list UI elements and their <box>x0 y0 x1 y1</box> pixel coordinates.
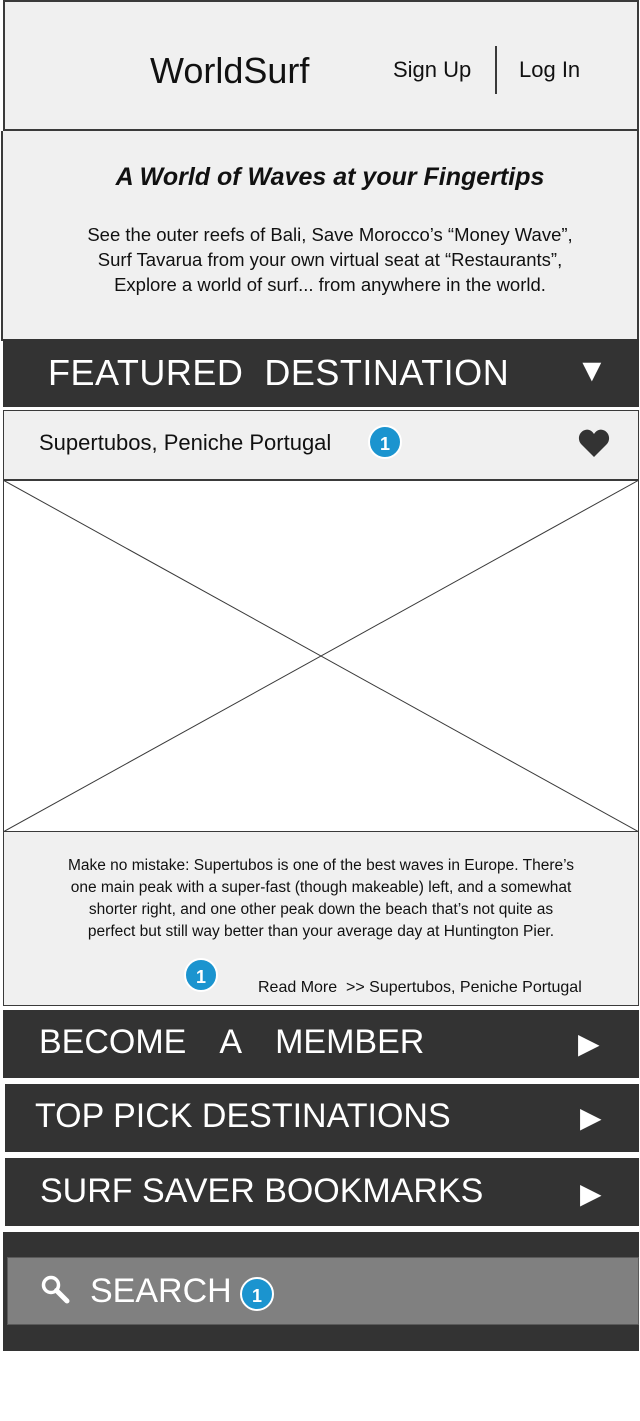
log-in-link[interactable]: Log In <box>519 57 580 83</box>
description-line: Make no mistake: Supertubos is one of th… <box>67 857 575 874</box>
description-line: one main peak with a super-fast (though … <box>70 879 572 896</box>
sign-up-link[interactable]: Sign Up <box>393 57 471 83</box>
surf-saver-bookmarks-label: SURF SAVER BOOKMARKS <box>40 1172 484 1210</box>
top-pick-destinations-label: TOP PICK DESTINATIONS <box>35 1097 451 1135</box>
search-label: SEARCH <box>90 1272 232 1310</box>
search-icon <box>40 1274 70 1304</box>
hero-line: Surf Tavarua from your own virtual seat … <box>97 249 563 270</box>
notification-badge: 1 <box>240 1277 274 1311</box>
notification-badge: 1 <box>184 958 218 992</box>
become-member-label: BECOME A MEMBER <box>39 1023 425 1061</box>
header-divider <box>495 46 497 94</box>
description-line: shorter right, and one other peak down t… <box>88 901 554 918</box>
play-arrow-icon[interactable]: ▶ <box>578 1027 600 1060</box>
app-title: WorldSurf <box>150 50 310 91</box>
hero-title: A World of Waves at your Fingertips <box>115 163 545 191</box>
description-line: perfect but still way better than your a… <box>87 923 555 940</box>
play-arrow-icon[interactable]: ▶ <box>580 1101 602 1134</box>
description-text: Make no mistake: Supertubos is one of th… <box>36 855 606 943</box>
hero-line: Explore a world of surf... from anywhere… <box>114 274 546 295</box>
featured-destination-label: FEATURED DESTINATION <box>48 352 510 393</box>
hero-line: See the outer reefs of Bali, Save Morocc… <box>87 224 573 245</box>
notification-badge: 1 <box>368 425 402 459</box>
play-arrow-icon[interactable]: ▶ <box>580 1177 602 1210</box>
image-placeholder <box>3 480 639 832</box>
destination-name[interactable]: Supertubos, Peniche Portugal <box>39 430 331 456</box>
heart-icon[interactable] <box>578 428 610 458</box>
read-more-link[interactable]: Read More >> Supertubos, Peniche Portuga… <box>258 979 582 997</box>
hero-body: See the outer reefs of Bali, Save Morocc… <box>40 222 620 297</box>
dropdown-triangle-icon[interactable]: ▼ <box>576 352 608 389</box>
